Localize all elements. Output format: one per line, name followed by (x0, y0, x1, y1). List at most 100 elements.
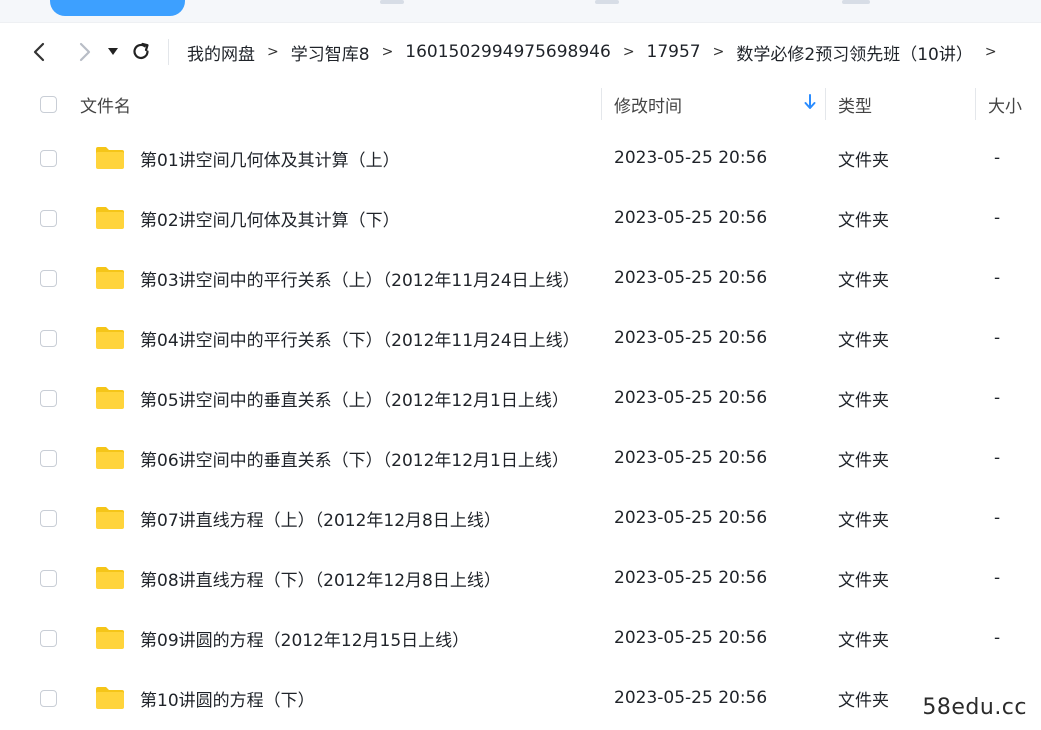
table-header: 文件名 修改时间 类型 大小 (22, 80, 1041, 128)
table-row[interactable]: 第01讲空间几何体及其计算（上） 2023-05-25 20:56 文件夹 - (22, 128, 1041, 188)
file-name[interactable]: 第07讲直线方程（上）（2012年12月8日上线） (140, 506, 501, 531)
row-checkbox[interactable] (39, 329, 57, 347)
back-arrow-icon[interactable] (22, 35, 56, 69)
row-checkbox-cell (22, 248, 74, 308)
file-size: - (994, 208, 1001, 228)
file-size: - (994, 568, 1001, 588)
table-row[interactable]: 第09讲圆的方程（2012年12月15日上线） 2023-05-25 20:56… (22, 608, 1041, 668)
table-row[interactable]: 第04讲空间中的平行关系（下）（2012年11月24日上线） 2023-05-2… (22, 308, 1041, 368)
modified-time: 2023-05-25 20:56 (614, 148, 768, 168)
file-name[interactable]: 第10讲圆的方程（下） (140, 686, 315, 711)
breadcrumb-item[interactable]: 我的网盘 (183, 40, 259, 65)
row-checkbox-cell (22, 428, 74, 488)
breadcrumb-item[interactable]: 学习智库8 (287, 40, 374, 65)
breadcrumb-item[interactable]: 1601502994975698946 (401, 42, 615, 62)
sort-down-arrow-icon[interactable] (804, 94, 816, 110)
name-cell: 第07讲直线方程（上）（2012年12月8日上线） (74, 488, 602, 548)
row-checkbox-cell (22, 128, 74, 188)
header-name[interactable]: 文件名 (74, 80, 602, 128)
row-checkbox-cell (22, 188, 74, 248)
row-checkbox-cell (22, 488, 74, 548)
name-cell: 第06讲空间中的垂直关系（下）（2012年12月1日上线） (74, 428, 602, 488)
breadcrumb-separator-icon: > (984, 44, 997, 60)
file-type: 文件夹 (838, 150, 889, 171)
name-cell: 第10讲圆的方程（下） (74, 668, 602, 728)
table-body: 第01讲空间几何体及其计算（上） 2023-05-25 20:56 文件夹 - … (22, 128, 1041, 728)
modified-time: 2023-05-25 20:56 (614, 268, 768, 288)
table-row[interactable]: 第03讲空间中的平行关系（上）（2012年11月24日上线） 2023-05-2… (22, 248, 1041, 308)
file-size: - (994, 328, 1001, 348)
header-type[interactable]: 类型 (826, 80, 976, 128)
file-size: - (994, 388, 1001, 408)
header-size-label: 大小 (988, 96, 1022, 117)
file-type: 文件夹 (838, 330, 889, 351)
breadcrumb-item-current[interactable]: 数学必修2预习领先班（10讲） (732, 40, 976, 65)
file-name[interactable]: 第03讲空间中的平行关系（上）（2012年11月24日上线） (140, 266, 580, 291)
dropdown-caret-icon[interactable] (102, 35, 124, 69)
row-checkbox-cell (22, 308, 74, 368)
name-cell: 第05讲空间中的垂直关系（上）（2012年12月1日上线） (74, 368, 602, 428)
file-name[interactable]: 第02讲空间几何体及其计算（下） (140, 206, 400, 231)
table-row[interactable]: 第06讲空间中的垂直关系（下）（2012年12月1日上线） 2023-05-25… (22, 428, 1041, 488)
folder-icon (96, 147, 124, 169)
row-checkbox[interactable] (39, 149, 57, 167)
top-action-button[interactable] (50, 0, 185, 16)
modified-time: 2023-05-25 20:56 (614, 568, 768, 588)
file-name[interactable]: 第06讲空间中的垂直关系（下）（2012年12月1日上线） (140, 446, 569, 471)
row-checkbox[interactable] (39, 569, 57, 587)
file-type: 文件夹 (838, 270, 889, 291)
breadcrumb-item[interactable]: 17957 (643, 42, 705, 62)
file-size: - (994, 628, 1001, 648)
row-checkbox[interactable] (39, 689, 57, 707)
row-checkbox-cell (22, 548, 74, 608)
folder-icon (96, 267, 124, 289)
row-checkbox[interactable] (39, 509, 57, 527)
header-size[interactable]: 大小 (976, 80, 1041, 128)
row-checkbox[interactable] (39, 209, 57, 227)
refresh-icon[interactable] (124, 35, 158, 69)
table-row[interactable]: 第10讲圆的方程（下） 2023-05-25 20:56 文件夹 (22, 668, 1041, 728)
address-bar: 我的网盘 > 学习智库8 > 1601502994975698946 > 179… (22, 30, 1041, 74)
file-name[interactable]: 第01讲空间几何体及其计算（上） (140, 146, 400, 171)
folder-icon (96, 387, 124, 409)
table-row[interactable]: 第07讲直线方程（上）（2012年12月8日上线） 2023-05-25 20:… (22, 488, 1041, 548)
folder-icon (96, 627, 124, 649)
row-checkbox[interactable] (39, 629, 57, 647)
table-row[interactable]: 第02讲空间几何体及其计算（下） 2023-05-25 20:56 文件夹 - (22, 188, 1041, 248)
header-modified[interactable]: 修改时间 (602, 80, 826, 128)
name-cell: 第01讲空间几何体及其计算（上） (74, 128, 602, 188)
file-name[interactable]: 第05讲空间中的垂直关系（上）（2012年12月1日上线） (140, 386, 569, 411)
folder-icon (96, 447, 124, 469)
name-cell: 第03讲空间中的平行关系（上）（2012年11月24日上线） (74, 248, 602, 308)
breadcrumb-separator-icon: > (381, 44, 394, 60)
row-checkbox-cell (22, 368, 74, 428)
modified-time: 2023-05-25 20:56 (614, 688, 768, 708)
name-cell: 第04讲空间中的平行关系（下）（2012年11月24日上线） (74, 308, 602, 368)
header-name-label: 文件名 (80, 96, 131, 117)
forward-arrow-icon[interactable] (68, 35, 102, 69)
toolbar-fragment (842, 0, 870, 4)
folder-icon (96, 327, 124, 349)
breadcrumb-separator-icon: > (712, 44, 725, 60)
modified-time: 2023-05-25 20:56 (614, 388, 768, 408)
table-row[interactable]: 第08讲直线方程（下）（2012年12月8日上线） 2023-05-25 20:… (22, 548, 1041, 608)
row-checkbox[interactable] (39, 269, 57, 287)
file-type: 文件夹 (838, 570, 889, 591)
folder-icon (96, 507, 124, 529)
row-checkbox[interactable] (39, 449, 57, 467)
file-name[interactable]: 第04讲空间中的平行关系（下）（2012年11月24日上线） (140, 326, 580, 351)
row-checkbox-cell (22, 668, 74, 728)
select-all-checkbox[interactable] (39, 95, 57, 113)
modified-time: 2023-05-25 20:56 (614, 328, 768, 348)
table-row[interactable]: 第05讲空间中的垂直关系（上）（2012年12月1日上线） 2023-05-25… (22, 368, 1041, 428)
file-name[interactable]: 第09讲圆的方程（2012年12月15日上线） (140, 626, 469, 651)
file-name[interactable]: 第08讲直线方程（下）（2012年12月8日上线） (140, 566, 501, 591)
breadcrumb-separator-icon: > (622, 44, 635, 60)
file-size: - (994, 268, 1001, 288)
toolbar-fragment (595, 0, 619, 4)
folder-icon (96, 207, 124, 229)
folder-icon (96, 567, 124, 589)
file-type: 文件夹 (838, 510, 889, 531)
watermark: 58edu.cc (922, 695, 1027, 720)
row-checkbox[interactable] (39, 389, 57, 407)
